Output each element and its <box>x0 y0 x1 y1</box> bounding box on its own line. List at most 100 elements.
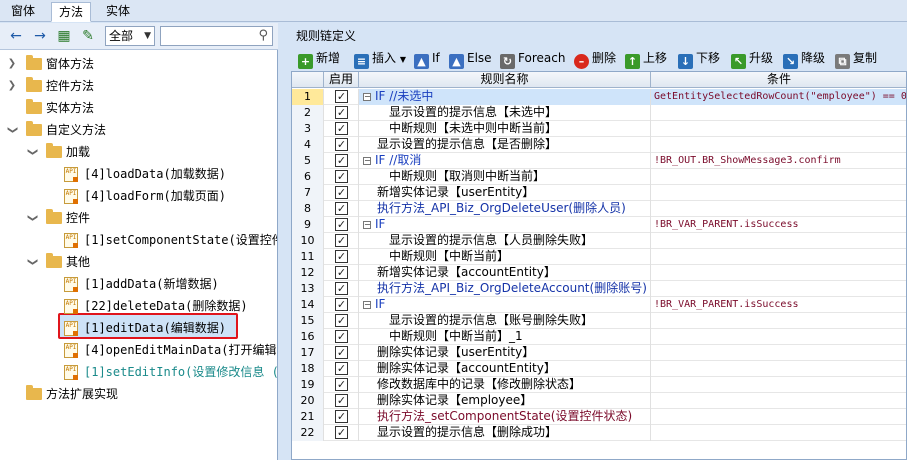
rule-name-cell[interactable]: 显示设置的提示信息【是否删除】 <box>359 137 651 153</box>
enabled-checkbox[interactable]: ✓ <box>335 410 348 423</box>
rule-name-cell[interactable]: 执行方法_setComponentState(设置控件状态) <box>359 409 651 425</box>
condition-cell[interactable] <box>651 425 906 441</box>
foreach-button[interactable]: ↻ Foreach <box>500 49 565 69</box>
tree-item-method[interactable]: API [1]setComponentState(设置控件状 <box>0 230 277 250</box>
condition-cell[interactable] <box>651 377 906 393</box>
rule-name-cell[interactable]: 中断规则【取消则中断当前】 <box>359 169 651 185</box>
table-row[interactable]: 18 ✓ 删除实体记录【accountEntity】 <box>292 361 906 377</box>
enabled-checkbox[interactable]: ✓ <box>335 314 348 327</box>
table-row[interactable]: 7 ✓ 新增实体记录【userEntity】 <box>292 185 906 201</box>
enabled-checkbox[interactable]: ✓ <box>335 266 348 279</box>
condition-cell[interactable] <box>651 249 906 265</box>
table-row[interactable]: 13 ✓ 执行方法_API_Biz_OrgDeleteAccount(删除账号) <box>292 281 906 297</box>
table-row[interactable]: 15 ✓ 显示设置的提示信息【账号删除失败】 <box>292 313 906 329</box>
rule-name-cell[interactable]: 显示设置的提示信息【未选中】 <box>359 105 651 121</box>
enabled-checkbox[interactable]: ✓ <box>335 234 348 247</box>
table-row[interactable]: 9 ✓ − IF !BR_VAR_PARENT.isSuccess <box>292 217 906 233</box>
condition-cell[interactable] <box>651 361 906 377</box>
tree-item-method[interactable]: API [4]openEditMainData(打开编辑主数 <box>0 340 277 360</box>
chevron-right-icon[interactable]: ❯ <box>6 76 18 96</box>
rule-name-cell[interactable]: 删除实体记录【employee】 <box>359 393 651 409</box>
tree-item-control[interactable]: ❯ 控件 <box>0 208 277 228</box>
move-up-button[interactable]: ↑ 上移 <box>625 49 667 69</box>
rule-name-cell[interactable]: 显示设置的提示信息【账号删除失败】 <box>359 313 651 329</box>
rule-name-cell[interactable]: 中断规则【中断当前】 <box>359 249 651 265</box>
enabled-checkbox[interactable]: ✓ <box>335 186 348 199</box>
else-button[interactable]: ▲ Else <box>449 49 492 69</box>
table-row[interactable]: 20 ✓ 删除实体记录【employee】 <box>292 393 906 409</box>
upgrade-button[interactable]: ↖ 升级 <box>731 49 773 69</box>
condition-cell[interactable]: !BR_VAR_PARENT.isSuccess <box>651 297 906 313</box>
condition-column-header[interactable]: 条件 <box>651 72 906 88</box>
table-row[interactable]: 6 ✓ 中断规则【取消则中断当前】 <box>292 169 906 185</box>
condition-cell[interactable] <box>651 281 906 297</box>
enabled-checkbox[interactable]: ✓ <box>335 362 348 375</box>
tree-item-method[interactable]: API [4]loadData(加载数据) <box>0 164 277 184</box>
enabled-checkbox[interactable]: ✓ <box>335 282 348 295</box>
condition-cell[interactable] <box>651 105 906 121</box>
hierarchy-icon[interactable]: ▦ <box>56 28 72 44</box>
table-row[interactable]: 19 ✓ 修改数据库中的记录【修改删除状态】 <box>292 377 906 393</box>
enabled-checkbox[interactable]: ✓ <box>335 202 348 215</box>
table-row[interactable]: 16 ✓ 中断规则【中断当前】_1 <box>292 329 906 345</box>
table-row[interactable]: 8 ✓ 执行方法_API_Biz_OrgDeleteUser(删除人员) <box>292 201 906 217</box>
chevron-down-icon[interactable]: ❯ <box>22 146 42 158</box>
tab-method[interactable]: 方法 <box>51 2 92 22</box>
condition-cell[interactable]: GetEntitySelectedRowCount("employee") ==… <box>651 89 906 105</box>
condition-cell[interactable]: !BR_OUT.BR_ShowMessage3.confirm <box>651 153 906 169</box>
collapse-icon[interactable]: − <box>363 157 371 165</box>
condition-cell[interactable] <box>651 121 906 137</box>
table-row[interactable]: 2 ✓ 显示设置的提示信息【未选中】 <box>292 105 906 121</box>
enabled-checkbox[interactable]: ✓ <box>335 330 348 343</box>
copy-button[interactable]: ⧉ 复制 <box>835 49 877 69</box>
rule-name-cell[interactable]: 中断规则【未选中则中断当前】 <box>359 121 651 137</box>
condition-cell[interactable]: !BR_VAR_PARENT.isSuccess <box>651 217 906 233</box>
tree-item-entity-methods[interactable]: 实体方法 <box>0 98 277 118</box>
chevron-down-icon[interactable]: ❯ <box>22 256 42 268</box>
condition-cell[interactable] <box>651 329 906 345</box>
enabled-checkbox[interactable]: ✓ <box>335 154 348 167</box>
tree-item-other[interactable]: ❯ 其他 <box>0 252 277 272</box>
rule-name-cell[interactable]: 显示设置的提示信息【人员删除失败】 <box>359 233 651 249</box>
condition-cell[interactable] <box>651 313 906 329</box>
enabled-checkbox[interactable]: ✓ <box>335 106 348 119</box>
add-button[interactable]: + 新增 <box>298 49 340 69</box>
enabled-checkbox[interactable]: ✓ <box>335 138 348 151</box>
tree-item-method[interactable]: API [1]editData(编辑数据) <box>0 318 277 338</box>
table-row[interactable]: 3 ✓ 中断规则【未选中则中断当前】 <box>292 121 906 137</box>
search-input[interactable]: ⚲ <box>160 26 273 46</box>
tree-item-method[interactable]: API [4]loadForm(加载页面) <box>0 186 277 206</box>
rule-name-cell[interactable]: 显示设置的提示信息【删除成功】 <box>359 425 651 441</box>
chevron-right-icon[interactable]: ❯ <box>6 54 18 74</box>
delete-button[interactable]: – 删除 <box>574 49 616 69</box>
tree-item-method-selected[interactable]: API [22]deleteData(删除数据) <box>0 296 277 316</box>
downgrade-button[interactable]: ↘ 降级 <box>783 49 825 69</box>
chevron-down-icon[interactable]: ❯ <box>22 212 42 224</box>
rule-name-cell[interactable]: − IF <box>359 217 651 233</box>
enabled-checkbox[interactable]: ✓ <box>335 378 348 391</box>
enabled-checkbox[interactable]: ✓ <box>335 218 348 231</box>
rule-name-cell[interactable]: 中断规则【中断当前】_1 <box>359 329 651 345</box>
edit-icon[interactable]: ✎ <box>80 28 96 44</box>
rule-name-cell[interactable]: 新增实体记录【userEntity】 <box>359 185 651 201</box>
table-row[interactable]: 4 ✓ 显示设置的提示信息【是否删除】 <box>292 137 906 153</box>
condition-cell[interactable] <box>651 169 906 185</box>
table-row[interactable]: 22 ✓ 显示设置的提示信息【删除成功】 <box>292 425 906 441</box>
tab-form[interactable]: 窗体 <box>4 2 42 22</box>
insert-button[interactable]: ≡ 插入 ▼ <box>354 49 406 69</box>
table-row[interactable]: 21 ✓ 执行方法_setComponentState(设置控件状态) <box>292 409 906 425</box>
collapse-icon[interactable]: − <box>363 221 371 229</box>
rule-name-cell[interactable]: 执行方法_API_Biz_OrgDeleteAccount(删除账号) <box>359 281 651 297</box>
scope-select[interactable]: 全部 ▼ <box>105 26 155 46</box>
back-icon[interactable]: ← <box>8 28 24 44</box>
rule-name-cell[interactable]: 新增实体记录【accountEntity】 <box>359 265 651 281</box>
forward-icon[interactable]: → <box>32 28 48 44</box>
rule-name-column-header[interactable]: 规则名称 <box>359 72 651 88</box>
enabled-checkbox[interactable]: ✓ <box>335 170 348 183</box>
table-row[interactable]: 17 ✓ 删除实体记录【userEntity】 <box>292 345 906 361</box>
rule-name-cell[interactable]: 删除实体记录【accountEntity】 <box>359 361 651 377</box>
table-row[interactable]: 12 ✓ 新增实体记录【accountEntity】 <box>292 265 906 281</box>
rule-name-cell[interactable]: 删除实体记录【userEntity】 <box>359 345 651 361</box>
chevron-down-icon[interactable]: ❯ <box>2 124 22 136</box>
rule-name-cell[interactable]: 修改数据库中的记录【修改删除状态】 <box>359 377 651 393</box>
